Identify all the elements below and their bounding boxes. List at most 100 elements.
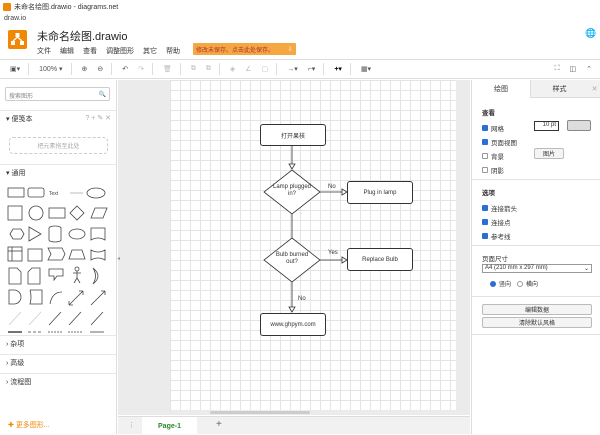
- edge-label-no-2: No: [298, 296, 306, 302]
- grid-label: 网格: [491, 126, 504, 133]
- toolbar: ▣▾ 100% ▾ ⊕ ⊖ ↶ ↷ 🗑 ⧉ ⧉ ◈ ∠ ▢ →▾ ⌐▾ +▾ ▦▾ ⛶ ◫ ⌃: [0, 59, 600, 79]
- undo-icon[interactable]: ↶: [122, 65, 128, 73]
- background-label: 背景: [491, 154, 504, 161]
- grid-color-button[interactable]: [567, 120, 591, 131]
- menu-extras[interactable]: 其它: [143, 46, 157, 56]
- guides-checkbox[interactable]: 参考线: [482, 231, 511, 241]
- node-end[interactable]: www.ghpym.com: [260, 313, 326, 336]
- scratchpad-tools[interactable]: ? + ✎ ✕: [85, 114, 111, 122]
- close-panel-icon[interactable]: ✕: [588, 80, 600, 98]
- portrait-label: 竖向: [499, 282, 512, 288]
- general-label: 通用: [11, 170, 26, 177]
- unsaved-changes-button[interactable]: 修改未保存。点击此处保存。 ⇩: [193, 43, 296, 55]
- shadow-label: 阴影: [491, 168, 504, 175]
- menu-edit[interactable]: 编辑: [60, 46, 74, 56]
- connection-arrows-label: 连接箭头: [491, 206, 517, 213]
- pages-menu-icon[interactable]: ⋮: [128, 421, 135, 429]
- scratchpad-label: 便笺本: [11, 116, 33, 123]
- shapes-sidebar: 搜索图形 🔍 ▾ 便笺本? + ✎ ✕ 把元素拖至此处 ▾ 通用 Text › 杂…: [0, 80, 117, 434]
- language-globe-icon[interactable]: 🌐: [585, 28, 596, 39]
- add-page-button[interactable]: +: [216, 419, 222, 430]
- grid-size-input[interactable]: 10 pt: [534, 121, 559, 131]
- clear-default-style-button[interactable]: 清除默认风格: [482, 317, 592, 328]
- rectangle-shape: [7, 187, 25, 198]
- unsaved-label: 修改未保存。点击此处保存。: [196, 47, 275, 54]
- zoom-in-icon[interactable]: ⊕: [82, 65, 88, 73]
- to-back-icon[interactable]: ⧉: [206, 65, 211, 73]
- redo-icon[interactable]: ↷: [138, 65, 144, 73]
- grid-checkbox[interactable]: 网格: [482, 123, 504, 133]
- portrait-radio[interactable]: [490, 280, 496, 287]
- format-panel: 绘图 样式 ✕ 查看 网格 10 pt 页面视图 背景 图片 阴影 选项 连接箭…: [471, 80, 600, 434]
- menu-view[interactable]: 查看: [83, 46, 97, 56]
- table-icon[interactable]: ▦▾: [361, 65, 371, 73]
- text-shape: Text: [49, 191, 59, 197]
- zoom-select[interactable]: 100% ▾: [39, 65, 62, 73]
- insert-icon[interactable]: +▾: [334, 65, 342, 73]
- node-lamp-plugged-label[interactable]: Lamp plugged in?: [272, 184, 312, 198]
- advanced-label: 高级: [10, 360, 25, 367]
- tab-diagram[interactable]: 绘图: [472, 80, 530, 98]
- menubar: 文件 编辑 查看 调整图形 其它 帮助: [37, 46, 180, 56]
- shadow-checkbox[interactable]: 阴影: [482, 165, 504, 175]
- page-view-checkbox[interactable]: 页面视图: [482, 137, 517, 147]
- node-replace-bulb[interactable]: Replace Bulb: [347, 248, 413, 271]
- misc-section[interactable]: › 杂项: [0, 335, 117, 353]
- edge-label-no: No: [328, 184, 336, 190]
- window-titlebar: 未命名绘图.drawio - diagrams.net: [0, 0, 600, 13]
- advanced-section[interactable]: › 高级: [0, 354, 117, 372]
- scratchpad-dropzone[interactable]: 把元素拖至此处: [9, 137, 108, 154]
- fullscreen-icon[interactable]: ⛶: [555, 65, 560, 73]
- diagram-page[interactable]: 打开果核 Lamp plugged in? No Plug in lamp Bu…: [170, 80, 456, 410]
- search-shapes-input[interactable]: 搜索图形 🔍: [5, 87, 110, 101]
- horizontal-scrollbar[interactable]: [210, 411, 310, 414]
- zoom-value: 100%: [39, 66, 58, 73]
- node-bulb-burned-label[interactable]: Bulb burned out?: [272, 252, 312, 266]
- tab-style[interactable]: 样式: [530, 80, 588, 98]
- menu-file[interactable]: 文件: [37, 46, 51, 56]
- options-heading: 选项: [482, 190, 495, 197]
- paper-size-select[interactable]: A4 (210 mm x 297 mm) ⌄: [482, 264, 592, 273]
- search-icon[interactable]: 🔍: [99, 91, 106, 98]
- flowchart-section[interactable]: › 流程图: [0, 373, 117, 391]
- collapse-icon[interactable]: ⌃: [586, 65, 592, 73]
- ellipse-shape: [86, 187, 106, 199]
- connection-icon[interactable]: →▾: [287, 65, 298, 73]
- to-front-icon[interactable]: ⧉: [191, 65, 196, 73]
- landscape-radio[interactable]: [517, 280, 524, 287]
- app-icon: [3, 2, 11, 11]
- general-header[interactable]: ▾ 通用: [0, 164, 117, 182]
- page-tab-1[interactable]: Page-1: [142, 417, 197, 435]
- paper-size-value: A4 (210 mm x 297 mm): [485, 265, 548, 271]
- panel-icon[interactable]: ◫: [570, 65, 577, 73]
- waypoints-icon[interactable]: ⌐▾: [308, 65, 316, 73]
- shadow-icon[interactable]: ▢: [262, 65, 269, 73]
- image-button[interactable]: 图片: [534, 148, 564, 159]
- fill-color-icon[interactable]: ◈: [230, 65, 235, 73]
- connection-points-checkbox[interactable]: 连接点: [482, 217, 511, 227]
- background-checkbox[interactable]: 背景: [482, 151, 504, 161]
- connection-arrows-checkbox[interactable]: 连接箭头: [482, 203, 517, 213]
- url: draw.io: [4, 15, 27, 22]
- view-heading: 查看: [482, 110, 495, 117]
- menu-help[interactable]: 帮助: [166, 46, 180, 56]
- shape-palette[interactable]: Text: [5, 184, 111, 334]
- drawio-logo-icon: [8, 30, 27, 49]
- chevron-down-icon: ⌄: [583, 266, 589, 272]
- page-tabs-bar: ⋮ Page-1 +: [118, 416, 470, 435]
- sidebar-resize-handle[interactable]: ◂: [117, 255, 120, 262]
- diagram-canvas[interactable]: 打开果核 Lamp plugged in? No Plug in lamp Bu…: [118, 80, 470, 415]
- document-title[interactable]: 未命名绘图.drawio: [37, 28, 127, 44]
- menu-arrange[interactable]: 调整图形: [106, 46, 134, 56]
- line-color-icon[interactable]: ∠: [245, 65, 251, 73]
- node-start[interactable]: 打开果核: [260, 124, 326, 146]
- zoom-out-icon[interactable]: ⊖: [97, 65, 103, 73]
- node-plug-in-lamp[interactable]: Plug in lamp: [347, 181, 413, 204]
- delete-icon[interactable]: 🗑: [163, 65, 172, 73]
- scratchpad-header[interactable]: ▾ 便笺本? + ✎ ✕: [0, 110, 117, 128]
- edit-data-button[interactable]: 编辑数据: [482, 304, 592, 315]
- format-panel-toggle-icon[interactable]: ▣▾: [10, 65, 20, 73]
- dropzone-label: 把元素拖至此处: [37, 144, 80, 150]
- orientation-radios: 竖向 横向: [490, 279, 538, 288]
- more-shapes-link[interactable]: ✚ 更多图形...: [8, 420, 50, 430]
